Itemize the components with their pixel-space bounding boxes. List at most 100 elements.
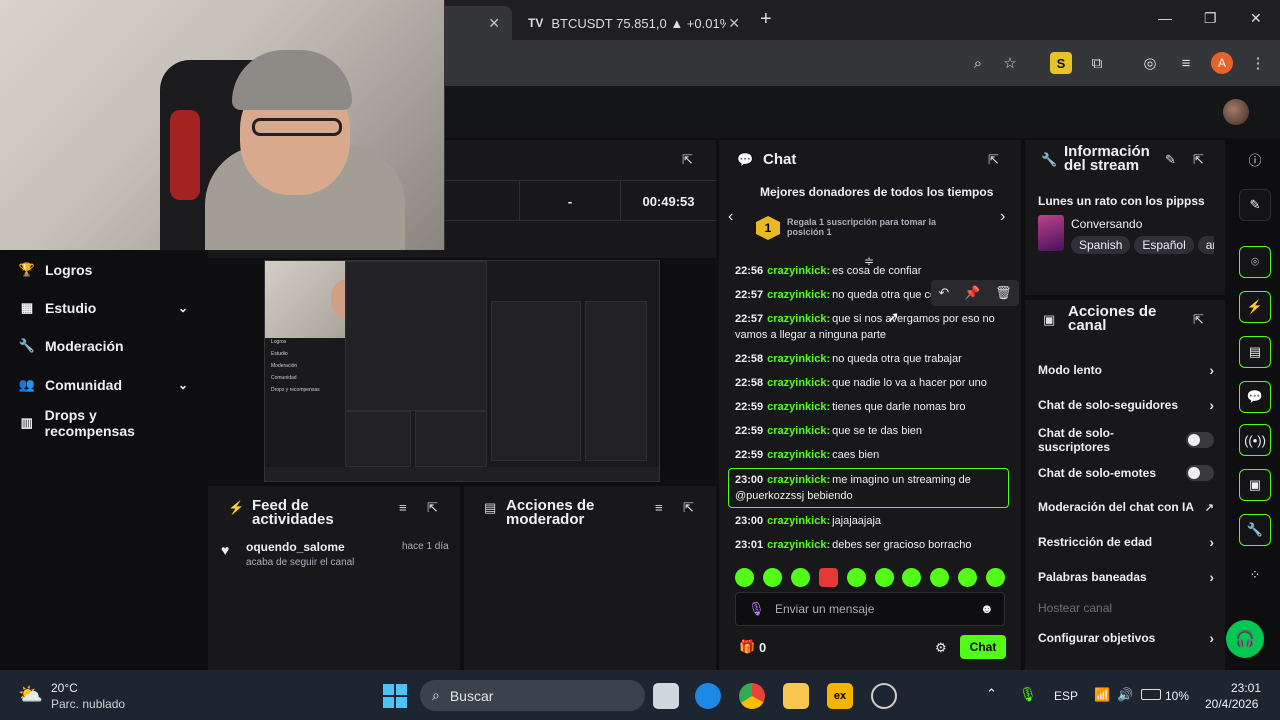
toggle-switch[interactable] xyxy=(1186,465,1214,481)
close-window-button[interactable]: ✕ xyxy=(1250,10,1262,27)
performance-icon[interactable]: ◎ xyxy=(1139,52,1161,74)
zoom-icon[interactable]: ⌕ xyxy=(967,52,989,74)
tag[interactable]: Spanish xyxy=(1071,236,1131,254)
emote[interactable] xyxy=(791,568,810,587)
sidebar-item-logros[interactable]: 🏆 Logros xyxy=(18,259,188,281)
filter-icon[interactable]: ≡ xyxy=(655,500,663,515)
chevron-right-icon[interactable]: › xyxy=(1000,208,1005,226)
restore-button[interactable]: ❐ xyxy=(1204,10,1217,27)
chat-message[interactable]: 23:00 crazyinkick: me imagino un streaming… xyxy=(735,472,1010,504)
obs-icon[interactable] xyxy=(871,683,897,709)
menu-dots-icon[interactable]: ⋮ xyxy=(1247,52,1269,74)
popout-icon[interactable]: ⇱ xyxy=(1193,312,1204,328)
chat-send-button[interactable]: Chat xyxy=(960,635,1006,659)
chat-bubble-icon[interactable]: 💬 xyxy=(1239,381,1271,413)
info-icon[interactable]: ⓘ xyxy=(1239,143,1271,175)
close-tab-icon[interactable]: ✕ xyxy=(728,15,740,32)
action-slow-mode[interactable]: Modo lento › xyxy=(1038,360,1214,380)
broadcast-icon[interactable]: ((•)) xyxy=(1239,424,1271,456)
chrome-icon[interactable] xyxy=(739,683,765,709)
chevron-up-icon[interactable]: ⌃ xyxy=(986,686,997,702)
puzzle-icon[interactable]: ⧉ xyxy=(1086,52,1108,74)
file-explorer-icon[interactable] xyxy=(783,683,809,709)
chat-message[interactable]: 22:57 crazyinkick: que si nos avergamos po… xyxy=(735,311,1010,343)
new-tab-button[interactable]: + xyxy=(760,8,772,31)
emote[interactable] xyxy=(819,568,838,587)
popout-icon[interactable]: ⇱ xyxy=(427,500,438,516)
edge-icon[interactable] xyxy=(695,683,721,709)
pencil-icon[interactable]: ✎ xyxy=(1165,152,1176,168)
weather-desc[interactable]: Parc. nublado xyxy=(51,697,125,711)
chat-message[interactable]: 23:00 crazyinkick: jajajaajaja xyxy=(735,513,1010,529)
pencil-icon[interactable]: ✎ xyxy=(1239,189,1271,221)
profile-avatar[interactable]: A xyxy=(1211,52,1233,74)
tag[interactable]: Español xyxy=(1134,236,1194,254)
emote[interactable] xyxy=(986,568,1005,587)
sidebar-item-moderacion[interactable]: 🔧 Moderación xyxy=(18,335,188,357)
action-goals[interactable]: Configurar objetivos › xyxy=(1038,628,1214,648)
emote[interactable] xyxy=(875,568,894,587)
emote[interactable] xyxy=(735,568,754,587)
delete-icon[interactable]: 🗑 xyxy=(995,285,1012,301)
action-followers-only[interactable]: Chat de solo-seguidores › xyxy=(1038,395,1214,415)
chevron-left-icon[interactable]: ‹ xyxy=(728,208,733,226)
lightning-icon[interactable]: ⚡ xyxy=(1239,291,1271,323)
tag[interactable]: arg xyxy=(1197,236,1214,254)
clock-time[interactable]: 23:01 xyxy=(1231,681,1261,695)
emote[interactable] xyxy=(847,568,866,587)
activity-user[interactable]: oquendo_salome xyxy=(246,540,345,554)
filter-icon[interactable]: ≡ xyxy=(399,500,407,515)
weather-temp[interactable]: 20°C xyxy=(51,681,78,695)
emote[interactable] xyxy=(958,568,977,587)
document-icon[interactable]: ▤ xyxy=(1239,336,1271,368)
language-indicator[interactable]: ESP xyxy=(1054,689,1078,703)
gear-icon[interactable]: ⚙ xyxy=(935,640,947,656)
wifi-icon[interactable]: 📶 xyxy=(1094,687,1110,703)
popout-icon[interactable]: ⇱ xyxy=(1193,152,1204,168)
sidebar-item-drops[interactable]: ▥ Drops y recompensas xyxy=(18,407,188,439)
popout-icon[interactable]: ⇱ xyxy=(988,152,999,168)
chat-message[interactable]: 22:58 crazyinkick: no queda otra que traba… xyxy=(735,351,1010,367)
action-age-restriction[interactable]: Restricción de edad › xyxy=(1038,532,1214,552)
popout-icon[interactable]: ⇱ xyxy=(683,500,694,516)
minimize-button[interactable]: — xyxy=(1158,10,1172,26)
chat-message[interactable]: 22:56 crazyinkick: es cosa de confiar xyxy=(735,263,1010,279)
bookmark-star-icon[interactable]: ☆ xyxy=(999,52,1021,74)
chat-message[interactable]: 22:59 crazyinkick: que se te das bien xyxy=(735,423,1010,439)
chat-message[interactable]: 23:01 crazyinkick: debes ser gracioso borr… xyxy=(735,537,1010,553)
exness-icon[interactable]: ex xyxy=(827,683,853,709)
browser-tab-btcusdt[interactable]: TV BTCUSDT 75.851,0 ▲ +0.01% SI ✕ xyxy=(516,6,752,40)
category-name[interactable]: Conversando xyxy=(1071,217,1142,231)
emote[interactable] xyxy=(902,568,921,587)
microphone-icon[interactable]: 🎙 xyxy=(748,601,765,617)
chat-message[interactable]: 22:58 crazyinkick: que nadie lo va a hacer… xyxy=(735,375,1010,391)
action-banned-words[interactable]: Palabras baneadas › xyxy=(1038,567,1214,587)
emoji-icon[interactable]: ☻ xyxy=(980,601,994,616)
microphone-icon[interactable]: 🎙 xyxy=(1019,686,1037,703)
pin-icon[interactable]: 📌 xyxy=(964,285,980,301)
category-thumbnail[interactable] xyxy=(1038,215,1064,251)
emote[interactable] xyxy=(930,568,949,587)
reply-icon[interactable]: ↶ xyxy=(938,285,949,301)
battery-icon[interactable] xyxy=(1141,689,1161,700)
wrench-icon[interactable]: 🔧 xyxy=(1239,514,1271,546)
emote[interactable] xyxy=(763,568,782,587)
chat-message[interactable]: 22:59 crazyinkick: caes bien xyxy=(735,447,1010,463)
chat-message[interactable]: 22:59 crazyinkick: tienes que darle nomas … xyxy=(735,399,1010,415)
sidebar-item-estudio[interactable]: ▦ Estudio ⌄ xyxy=(18,297,188,319)
action-emotes-only[interactable]: Chat de solo-emotes xyxy=(1038,463,1214,483)
action-subs-only[interactable]: Chat de solo-suscriptores xyxy=(1038,426,1214,454)
chat-input[interactable]: 🎙 Enviar un mensaje ☻ xyxy=(735,592,1005,626)
headset-icon[interactable]: 🎧 xyxy=(1226,620,1264,658)
scan-icon[interactable]: ⌾ xyxy=(1239,246,1271,278)
popout-icon[interactable]: ⇱ xyxy=(682,152,693,168)
extension-icon[interactable]: S xyxy=(1050,52,1072,74)
action-ai-moderation[interactable]: Moderación del chat con IA ↗ xyxy=(1038,497,1214,517)
volume-icon[interactable]: 🔊 xyxy=(1117,687,1133,703)
toggle-switch[interactable] xyxy=(1186,432,1214,448)
task-view-icon[interactable] xyxy=(653,683,679,709)
apps-icon[interactable]: ⁘ xyxy=(1239,559,1271,591)
taskbar-search[interactable]: ⌕ Buscar xyxy=(420,680,645,711)
windows-start-icon[interactable] xyxy=(383,684,407,708)
stream-preview[interactable]: Logros Estudio Moderación Comunidad Drops y … xyxy=(264,260,660,482)
